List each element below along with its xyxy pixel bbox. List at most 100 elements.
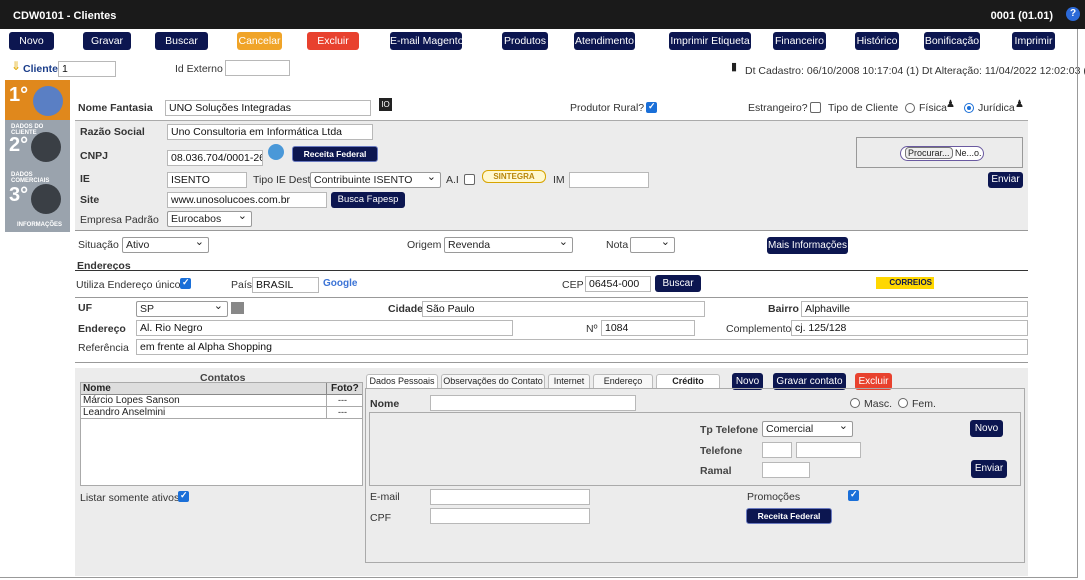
site-input[interactable]: www.unosolucoes.com.br [167,192,327,208]
razao-social-input[interactable]: Uno Consultoria em Informática Ltda [167,124,373,140]
pais-label: País [231,279,253,291]
map-icon[interactable] [231,302,244,314]
complemento-label: Complemento [726,323,792,335]
telefone-novo-button[interactable]: Novo [970,420,1003,437]
tab-internet[interactable]: Internet [548,374,590,388]
sintegra-button[interactable]: SINTEGRA [482,170,546,183]
enviar-button[interactable]: Enviar [988,172,1023,188]
tab-credito[interactable]: Crédito [656,374,720,388]
row-nome: Leandro Anselmini [83,407,166,418]
estrangeiro-checkbox[interactable] [810,102,821,113]
produtor-rural-checkbox[interactable] [646,101,657,113]
imprimir-etiqueta-button[interactable]: Imprimir Etiqueta [669,32,751,50]
im-input[interactable] [569,172,649,188]
ie-input[interactable]: ISENTO [167,172,247,188]
fem-label: Fem. [912,398,936,410]
historico-button[interactable]: Histórico [855,32,899,50]
telefone-ddd-input[interactable] [762,442,792,458]
cpf-receita-federal-button[interactable]: Receita Federal [746,508,832,524]
telefone-enviar-button[interactable]: Enviar [971,460,1007,478]
email-input[interactable] [430,489,590,505]
contato-nome-input[interactable] [430,395,636,411]
col-sep [326,407,327,419]
endereco-input[interactable]: Al. Rio Negro [136,320,513,336]
window-title: CDW0101 - Clientes [13,10,117,22]
telefone-label: Telefone [700,445,743,457]
procurar-button[interactable]: Procurar... [905,147,953,159]
question-circle-icon[interactable]: ? [1066,7,1080,21]
busca-fapesp-button[interactable]: Busca Fapesp [331,192,405,208]
attachment-icon: ▮ [731,61,738,73]
file-input[interactable]: Procurar... Ne...o. [900,146,984,161]
novo-button[interactable]: Novo [9,32,54,50]
google-maps-icon[interactable]: Google [323,278,357,289]
cidade-input[interactable]: São Paulo [422,301,705,317]
nota-select[interactable] [630,237,675,253]
tab-endereco[interactable]: Endereço [593,374,653,388]
complemento-input[interactable]: cj. 125/128 [791,320,1028,336]
promocoes-label: Promoções [747,491,801,503]
ai-label: A.I [446,174,459,186]
cep-input[interactable]: 06454-000 [585,276,651,292]
wizard-sidebar: 1° DADOS DO CLIENTE 2° DADOS COMERCIAIS … [5,80,70,232]
nome-label: Nome [370,398,400,410]
listar-ativos-checkbox[interactable] [178,490,189,502]
promocoes-checkbox[interactable] [848,489,859,501]
cpf-input[interactable] [430,508,590,524]
table-row[interactable]: Márcio Lopes Sanson --- [81,395,362,407]
situacao-select[interactable]: Ativo [122,237,209,253]
globe-icon[interactable] [268,144,284,160]
nome-fantasia-input[interactable]: UNO Soluções Integradas [165,100,371,116]
mais-informacoes-button[interactable]: Mais Informações [767,237,848,254]
session-info: 0001 (01.01) [990,10,1053,22]
atendimento-button[interactable]: Atendimento [574,32,635,50]
endereco-unico-checkbox[interactable] [180,277,191,289]
juridica-radio[interactable] [964,103,974,113]
uf-select[interactable]: SP [136,301,228,317]
telefone-input[interactable] [796,442,861,458]
tab-dados-pessoais[interactable]: Dados Pessoais [366,374,438,388]
produtos-button[interactable]: Produtos [502,32,548,50]
numero-label: Nº [586,323,598,335]
masc-label: Masc. [864,398,893,410]
empresa-select[interactable]: Eurocabos [167,211,252,227]
document-icon[interactable]: IO [379,98,392,111]
estrangeiro-label: Estrangeiro? [748,102,808,114]
buscar-button[interactable]: Buscar [155,32,208,50]
id-externo-input[interactable] [225,60,290,76]
gravar-button[interactable]: Gravar [83,32,131,50]
ie-label: IE [80,173,90,185]
imprimir-button[interactable]: Imprimir [1012,32,1055,50]
origem-select[interactable]: Revenda [444,237,573,253]
cnpj-input[interactable]: 08.036.704/0001-26 [167,150,263,166]
receita-federal-button[interactable]: Receita Federal [292,146,378,162]
correios-button[interactable]: CORREIOS [876,277,934,289]
fisica-radio[interactable] [905,103,915,113]
bonificacao-button[interactable]: Bonificação [924,32,980,50]
cliente-input[interactable]: 1 [58,61,116,77]
buscar-cep-button[interactable]: Buscar [655,275,701,292]
tipo-ie-select[interactable]: Contribuinte ISENTO [310,172,441,188]
masc-radio[interactable] [850,398,860,408]
table-row[interactable]: Leandro Anselmini --- [81,407,362,419]
referencia-label: Referência [78,342,129,354]
fem-radio[interactable] [898,398,908,408]
tp-telefone-select[interactable]: Comercial [762,421,853,437]
enderecos-divider [75,270,1028,271]
excluir-button[interactable]: Excluir [307,32,359,50]
cancelar-button[interactable]: Cancelar [237,32,282,50]
bairro-input[interactable]: Alphaville [801,301,1028,317]
ai-checkbox[interactable] [464,174,475,185]
referencia-input[interactable]: em frente al Alpha Shopping [136,339,1028,355]
financeiro-button[interactable]: Financeiro [773,32,826,50]
ramal-input[interactable] [762,462,810,478]
cidade-label: Cidade [388,303,424,315]
numero-input[interactable]: 1084 [601,320,695,336]
user-info-icon [31,184,61,214]
produtor-rural-label: Produtor Rural? [570,102,645,114]
company-icon: ♟ [1015,99,1024,110]
col-foto: Foto? [331,383,359,394]
email-magento-button[interactable]: E-mail Magento [390,32,464,50]
tab-observacoes[interactable]: Observações do Contato [441,374,545,388]
pais-input[interactable]: BRASIL [252,277,319,293]
